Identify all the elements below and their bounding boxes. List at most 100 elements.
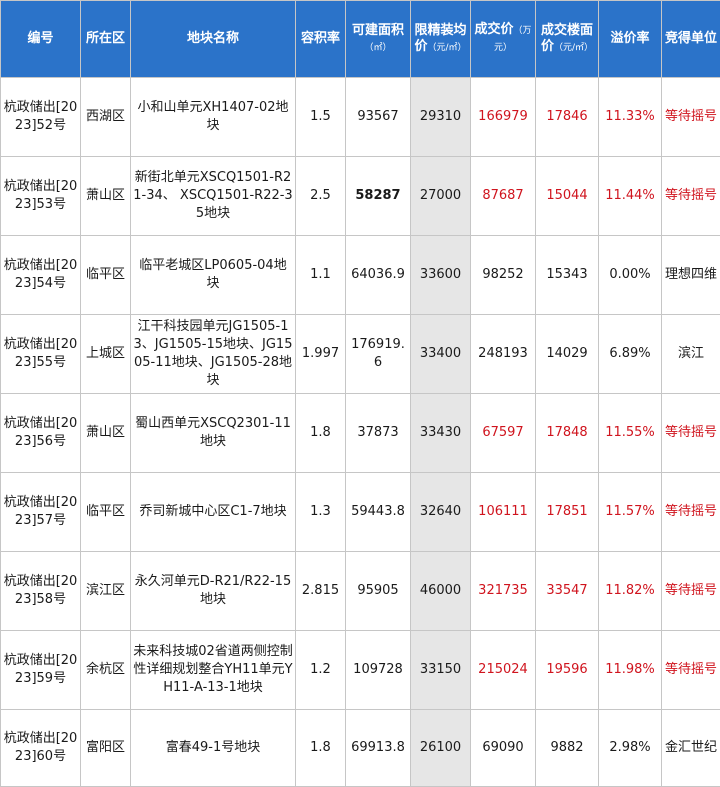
cell-code: 杭政储出[2023]59号: [1, 631, 81, 710]
cell-deal-price: 166979: [471, 78, 536, 157]
header-plot-ratio: 容积率: [296, 1, 346, 78]
cell-price-limit: 32640: [411, 473, 471, 552]
cell-district: 滨江区: [81, 552, 131, 631]
cell-winner: 等待摇号: [662, 394, 720, 473]
cell-district: 临平区: [81, 236, 131, 315]
cell-premium: 2.98%: [599, 710, 662, 787]
cell-deal-price: 248193: [471, 315, 536, 394]
cell-buildable-area: 37873: [346, 394, 411, 473]
cell-plot-name: 未来科技城02省道两侧控制性详细规划整合YH11单元YH11-A-13-1地块: [131, 631, 296, 710]
cell-buildable-area: 64036.9: [346, 236, 411, 315]
cell-price-limit: 33600: [411, 236, 471, 315]
cell-premium: 0.00%: [599, 236, 662, 315]
cell-price-limit: 29310: [411, 78, 471, 157]
cell-floor-price: 9882: [536, 710, 599, 787]
cell-district: 萧山区: [81, 394, 131, 473]
cell-district: 萧山区: [81, 157, 131, 236]
cell-plot-ratio: 1.8: [296, 394, 346, 473]
cell-winner: 等待摇号: [662, 473, 720, 552]
cell-floor-price: 15343: [536, 236, 599, 315]
cell-district: 余杭区: [81, 631, 131, 710]
cell-winner: 理想四维: [662, 236, 720, 315]
header-floor-price-unit: （元/㎡）: [554, 43, 593, 53]
header-winner: 竞得单位: [662, 1, 720, 78]
cell-deal-price: 106111: [471, 473, 536, 552]
cell-plot-name: 富春49-1号地块: [131, 710, 296, 787]
header-buildable-area-unit: （㎡）: [364, 43, 391, 53]
land-auction-table: 编号 所在区 地块名称 容积率 可建面积（㎡） 限精装均价（元/㎡） 成交价（万…: [0, 0, 720, 787]
table-row: 杭政储出[2023]55号 上城区 江干科技园单元JG1505-13、JG150…: [1, 315, 720, 394]
cell-buildable-area: 95905: [346, 552, 411, 631]
cell-deal-price: 98252: [471, 236, 536, 315]
cell-plot-name: 小和山单元XH1407-02地块: [131, 78, 296, 157]
cell-plot-name: 永久河单元D-R21/R22-15地块: [131, 552, 296, 631]
cell-deal-price: 87687: [471, 157, 536, 236]
cell-deal-price: 215024: [471, 631, 536, 710]
cell-winner: 金汇世纪: [662, 710, 720, 787]
cell-price-limit: 33400: [411, 315, 471, 394]
table-row: 杭政储出[2023]59号 余杭区 未来科技城02省道两侧控制性详细规划整合YH…: [1, 631, 720, 710]
cell-plot-name: 新街北单元XSCQ1501-R21-34、 XSCQ1501-R22-35地块: [131, 157, 296, 236]
cell-winner: 等待摇号: [662, 552, 720, 631]
cell-plot-name: 江干科技园单元JG1505-13、JG1505-15地块、JG1505-11地块…: [131, 315, 296, 394]
cell-buildable-area: 59443.8: [346, 473, 411, 552]
cell-floor-price: 17848: [536, 394, 599, 473]
table-row: 杭政储出[2023]53号 萧山区 新街北单元XSCQ1501-R21-34、 …: [1, 157, 720, 236]
cell-plot-ratio: 1.3: [296, 473, 346, 552]
cell-district: 西湖区: [81, 78, 131, 157]
cell-plot-ratio: 2.815: [296, 552, 346, 631]
cell-price-limit: 33150: [411, 631, 471, 710]
cell-buildable-area: 69913.8: [346, 710, 411, 787]
cell-code: 杭政储出[2023]52号: [1, 78, 81, 157]
cell-district: 富阳区: [81, 710, 131, 787]
cell-floor-price: 33547: [536, 552, 599, 631]
cell-floor-price: 19596: [536, 631, 599, 710]
header-deal-price: 成交价（万元）: [471, 1, 536, 78]
cell-district: 上城区: [81, 315, 131, 394]
header-floor-price: 成交楼面价（元/㎡）: [536, 1, 599, 78]
cell-price-limit: 33430: [411, 394, 471, 473]
cell-deal-price: 67597: [471, 394, 536, 473]
cell-premium: 11.33%: [599, 78, 662, 157]
table-row: 杭政储出[2023]57号 临平区 乔司新城中心区C1-7地块 1.3 5944…: [1, 473, 720, 552]
table-row: 杭政储出[2023]54号 临平区 临平老城区LP0605-04地块 1.1 6…: [1, 236, 720, 315]
cell-plot-ratio: 1.5: [296, 78, 346, 157]
cell-buildable-area: 176919.6: [346, 315, 411, 394]
cell-buildable-area: 109728: [346, 631, 411, 710]
header-buildable-area: 可建面积（㎡）: [346, 1, 411, 78]
cell-plot-name: 蜀山西单元XSCQ2301-11地块: [131, 394, 296, 473]
table-row: 杭政储出[2023]60号 富阳区 富春49-1号地块 1.8 69913.8 …: [1, 710, 720, 787]
cell-plot-ratio: 1.8: [296, 710, 346, 787]
cell-code: 杭政储出[2023]53号: [1, 157, 81, 236]
table-row: 杭政储出[2023]56号 萧山区 蜀山西单元XSCQ2301-11地块 1.8…: [1, 394, 720, 473]
cell-buildable-area: 58287: [346, 157, 411, 236]
cell-price-limit: 46000: [411, 552, 471, 631]
cell-deal-price: 321735: [471, 552, 536, 631]
cell-winner: 滨江: [662, 315, 720, 394]
cell-code: 杭政储出[2023]55号: [1, 315, 81, 394]
cell-deal-price: 69090: [471, 710, 536, 787]
cell-code: 杭政储出[2023]54号: [1, 236, 81, 315]
cell-premium: 11.98%: [599, 631, 662, 710]
cell-winner: 等待摇号: [662, 78, 720, 157]
table-row: 杭政储出[2023]58号 滨江区 永久河单元D-R21/R22-15地块 2.…: [1, 552, 720, 631]
cell-premium: 11.57%: [599, 473, 662, 552]
table-body: 杭政储出[2023]52号 西湖区 小和山单元XH1407-02地块 1.5 9…: [1, 78, 720, 787]
cell-buildable-area: 93567: [346, 78, 411, 157]
cell-price-limit: 27000: [411, 157, 471, 236]
cell-code: 杭政储出[2023]56号: [1, 394, 81, 473]
header-premium: 溢价率: [599, 1, 662, 78]
cell-code: 杭政储出[2023]57号: [1, 473, 81, 552]
cell-code: 杭政储出[2023]60号: [1, 710, 81, 787]
cell-floor-price: 17851: [536, 473, 599, 552]
header-code: 编号: [1, 1, 81, 78]
cell-plot-name: 乔司新城中心区C1-7地块: [131, 473, 296, 552]
cell-plot-ratio: 1.997: [296, 315, 346, 394]
cell-plot-ratio: 1.2: [296, 631, 346, 710]
cell-floor-price: 17846: [536, 78, 599, 157]
cell-premium: 11.55%: [599, 394, 662, 473]
cell-premium: 11.82%: [599, 552, 662, 631]
cell-code: 杭政储出[2023]58号: [1, 552, 81, 631]
table-header: 编号 所在区 地块名称 容积率 可建面积（㎡） 限精装均价（元/㎡） 成交价（万…: [1, 1, 720, 78]
cell-premium: 11.44%: [599, 157, 662, 236]
